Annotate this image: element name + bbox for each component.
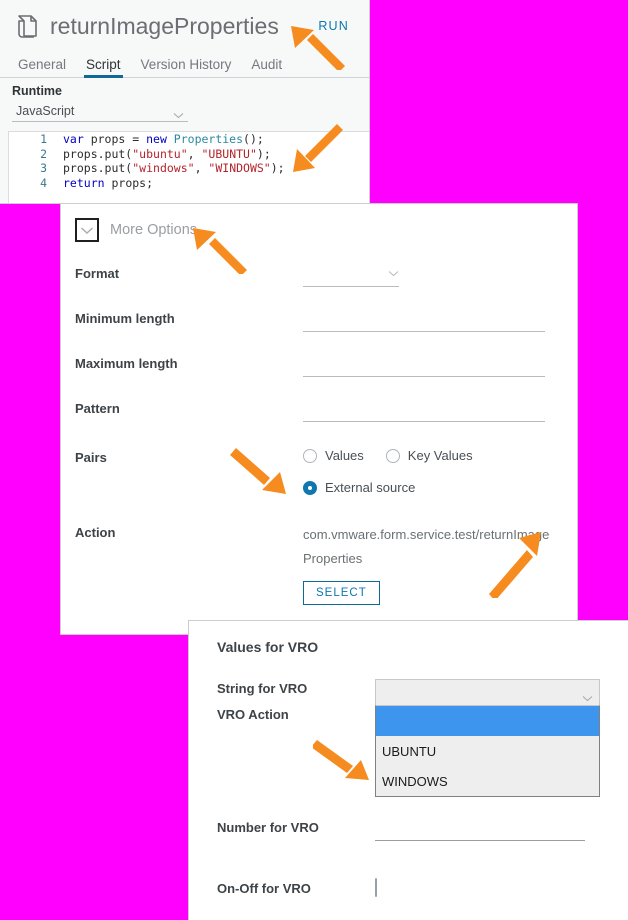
code-line: 1 var props = new Properties(); bbox=[9, 132, 369, 147]
code-text: props.put("ubuntu", "UBUNTU"); bbox=[63, 146, 271, 161]
chevron-down-icon bbox=[582, 689, 593, 702]
page-title: returnImageProperties bbox=[50, 12, 279, 39]
number-for-vro-input[interactable] bbox=[375, 818, 585, 841]
form-row-pattern: Pattern bbox=[61, 399, 577, 422]
maximum-length-input[interactable] bbox=[303, 354, 545, 377]
action-value: com.vmware.form.service.test/returnImage… bbox=[303, 527, 550, 566]
code-text: return props; bbox=[63, 175, 154, 190]
form-row-minimum-length: Minimum length bbox=[61, 309, 577, 332]
vro-row-string: String for VRO UBUNTU WINDOWS bbox=[189, 679, 628, 797]
radio-key-values-label: Key Values bbox=[407, 448, 473, 463]
vro-panel-title: Values for VRO bbox=[217, 639, 319, 655]
vro-action-label: VRO Action bbox=[217, 707, 289, 722]
line-number: 1 bbox=[40, 132, 47, 146]
line-number: 3 bbox=[40, 161, 47, 175]
chevron-down-icon[interactable] bbox=[75, 218, 99, 242]
tab-version-history[interactable]: Version History bbox=[131, 57, 242, 77]
form-row-pairs: Pairs Values Key Values External source bbox=[61, 448, 577, 495]
number-for-vro-label: Number for VRO bbox=[217, 820, 319, 835]
minimum-length-label: Minimum length bbox=[75, 311, 175, 326]
format-select[interactable] bbox=[303, 264, 399, 287]
code-editor[interactable]: 1 var props = new Properties(); 2 props.put… bbox=[8, 131, 369, 203]
radio-external-source[interactable] bbox=[303, 480, 317, 495]
code-text: props.put("windows", "WINDOWS"); bbox=[63, 161, 285, 175]
line-number: 2 bbox=[40, 146, 47, 161]
code-text: var props = new Properties(); bbox=[63, 132, 264, 146]
form-row-maximum-length: Maximum length bbox=[61, 354, 577, 377]
values-for-vro-panel: Values for VRO String for VRO UBUNTU WIN… bbox=[188, 620, 628, 920]
pattern-label: Pattern bbox=[75, 401, 120, 416]
minimum-length-input[interactable] bbox=[303, 309, 545, 332]
format-label: Format bbox=[75, 266, 120, 281]
pairs-radio-group: Values Key Values bbox=[303, 448, 563, 463]
chevron-down-icon bbox=[388, 264, 399, 277]
dropdown-option-windows[interactable]: WINDOWS bbox=[376, 766, 599, 796]
on-off-for-vro-label: On-Off for VRO bbox=[217, 881, 311, 896]
dropdown-option-blank[interactable] bbox=[376, 706, 599, 736]
maximum-length-label: Maximum length bbox=[75, 356, 178, 371]
dropdown-option-ubuntu[interactable]: UBUNTU bbox=[376, 736, 599, 766]
tab-script[interactable]: Script bbox=[76, 57, 131, 78]
pairs-label: Pairs bbox=[75, 450, 107, 465]
vro-row-onoff: On-Off for VRO bbox=[189, 878, 628, 897]
runtime-select[interactable]: JavaScript bbox=[12, 102, 188, 122]
pairs-external-source-row: External source bbox=[303, 480, 563, 495]
tab-audit[interactable]: Audit bbox=[241, 57, 292, 77]
code-line: 3 props.put("windows", "WINDOWS"); bbox=[9, 161, 369, 176]
action-label: Action bbox=[75, 525, 116, 540]
script-editor-panel: returnImageProperties RUN General Script… bbox=[0, 0, 370, 204]
runtime-section: Runtime JavaScript bbox=[0, 78, 369, 122]
runtime-select-value: JavaScript bbox=[16, 104, 75, 118]
more-options-label: More Options bbox=[110, 222, 198, 238]
string-for-vro-select[interactable] bbox=[375, 679, 600, 705]
radio-values[interactable] bbox=[303, 448, 317, 463]
runtime-label: Runtime bbox=[12, 84, 62, 98]
run-button[interactable]: RUN bbox=[312, 18, 355, 34]
radio-values-label: Values bbox=[325, 448, 364, 463]
script-document-icon bbox=[10, 9, 44, 43]
string-for-vro-label: String for VRO bbox=[217, 681, 308, 696]
code-line: 2 props.put("ubuntu", "UBUNTU"); bbox=[9, 147, 369, 162]
radio-external-source-label: External source bbox=[325, 480, 416, 495]
tab-general[interactable]: General bbox=[8, 57, 76, 77]
pattern-input[interactable] bbox=[303, 399, 545, 422]
code-line: 4 return props; bbox=[9, 176, 369, 191]
more-options-header[interactable]: More Options bbox=[61, 204, 577, 242]
radio-key-values[interactable] bbox=[385, 448, 400, 463]
chevron-down-icon bbox=[173, 108, 184, 118]
select-button[interactable]: SELECT bbox=[303, 581, 380, 605]
line-number: 4 bbox=[40, 175, 47, 190]
vro-row-number: Number for VRO bbox=[189, 818, 628, 841]
more-options-panel: More Options Format Minimum length Maxim… bbox=[60, 203, 578, 635]
script-header: returnImageProperties RUN bbox=[0, 0, 369, 52]
form-row-action: Action com.vmware.form.service.test/retu… bbox=[61, 523, 577, 605]
on-off-for-vro-checkbox[interactable] bbox=[375, 878, 377, 897]
string-for-vro-dropdown-list[interactable]: UBUNTU WINDOWS bbox=[375, 705, 600, 797]
form-row-format: Format bbox=[61, 264, 577, 287]
script-tabs: General Script Version History Audit bbox=[0, 52, 369, 78]
